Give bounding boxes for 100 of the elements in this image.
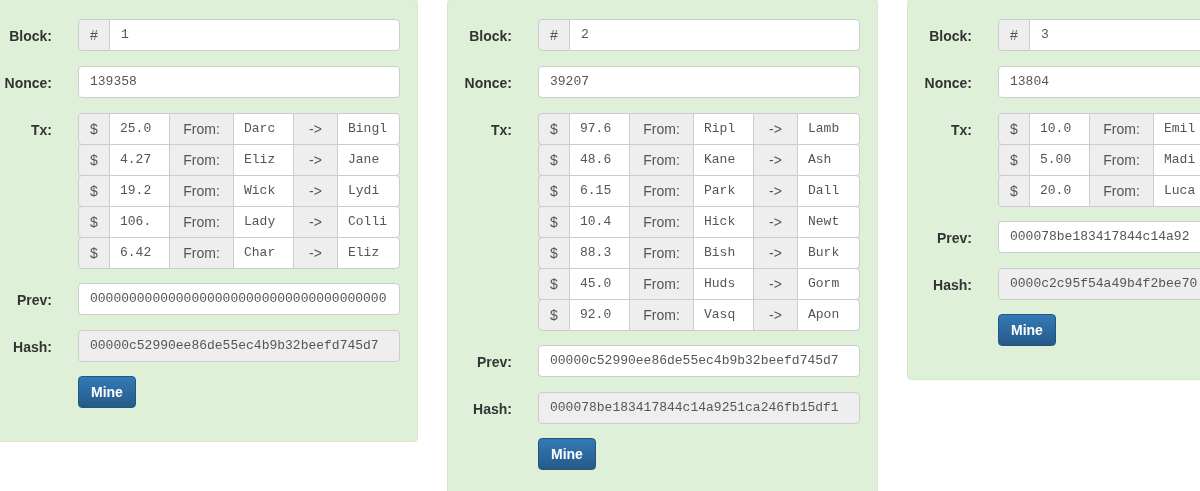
input-field[interactable]: 10.0 <box>1029 113 1090 145</box>
field-label: -> <box>293 206 338 238</box>
input-field[interactable]: Eliz <box>233 144 294 176</box>
input-field[interactable]: Lamb <box>797 113 860 145</box>
field-label: -> <box>293 144 338 176</box>
input-field[interactable]: 00000c52990ee86de55ec4b9b32beefd745d7 <box>538 345 860 377</box>
field-label: $ <box>538 144 570 176</box>
input-field[interactable]: 92.0 <box>569 299 630 331</box>
input-field[interactable]: Colli <box>337 206 400 238</box>
field-label: -> <box>293 113 338 145</box>
field-label: From: <box>629 144 694 176</box>
field-label: -> <box>753 237 798 269</box>
field-label: From: <box>629 113 694 145</box>
mine-button[interactable]: Mine <box>538 438 596 470</box>
input-field[interactable]: 4.27 <box>109 144 170 176</box>
input-field[interactable]: Bish <box>693 237 754 269</box>
field-label: $ <box>78 144 110 176</box>
field-label: # <box>998 19 1030 51</box>
input-field[interactable]: Madi <box>1153 144 1200 176</box>
field-label: From: <box>169 113 234 145</box>
input-field[interactable]: 000078be183417844c14a92 <box>998 221 1200 253</box>
input-field[interactable]: 106. <box>109 206 170 238</box>
input-field[interactable]: Jane <box>337 144 400 176</box>
field-label: $ <box>998 113 1030 145</box>
mine-button[interactable]: Mine <box>78 376 136 408</box>
field-label: $ <box>998 175 1030 207</box>
input-field[interactable]: 6.15 <box>569 175 630 207</box>
input-field[interactable]: 00000000000000000000000000000000000000 <box>78 283 400 315</box>
input-field[interactable]: 3 <box>1029 19 1200 51</box>
input-field[interactable]: Emil <box>1153 113 1200 145</box>
input-field[interactable]: 0000c2c95f54a49b4f2bee70 <box>998 268 1200 300</box>
field-label: Nonce: <box>4 74 52 93</box>
field-label: From: <box>169 206 234 238</box>
field-label: From: <box>629 268 694 300</box>
input-field[interactable]: Eliz <box>337 237 400 269</box>
field-label: From: <box>169 175 234 207</box>
field-label: $ <box>538 268 570 300</box>
input-field[interactable]: 5.00 <box>1029 144 1090 176</box>
input-field[interactable]: Lydi <box>337 175 400 207</box>
field-label: -> <box>753 206 798 238</box>
field-label: From: <box>1089 144 1154 176</box>
field-label: Tx: <box>491 121 512 140</box>
field-label: -> <box>293 237 338 269</box>
field-label: Prev: <box>936 229 972 248</box>
input-field[interactable]: 25.0 <box>109 113 170 145</box>
input-field[interactable]: Huds <box>693 268 754 300</box>
input-field[interactable]: 19.2 <box>109 175 170 207</box>
field-label: From: <box>169 237 234 269</box>
field-label: $ <box>78 175 110 207</box>
field-label: From: <box>169 144 234 176</box>
field-label: -> <box>753 113 798 145</box>
input-field[interactable]: 2 <box>569 19 860 51</box>
input-field[interactable]: Darc <box>233 113 294 145</box>
input-field[interactable]: Gorm <box>797 268 860 300</box>
input-field[interactable]: Wick <box>233 175 294 207</box>
field-label: -> <box>753 268 798 300</box>
mine-button[interactable]: Mine <box>998 314 1056 346</box>
input-field[interactable]: 13804 <box>998 66 1200 98</box>
field-label: Tx: <box>951 121 972 140</box>
input-field[interactable]: 000078be183417844c14a9251ca246fb15df1 <box>538 392 860 424</box>
field-label: $ <box>78 237 110 269</box>
field-label: $ <box>538 175 570 207</box>
field-label: Tx: <box>31 121 52 140</box>
field-label: From: <box>1089 113 1154 145</box>
input-field[interactable]: Vasq <box>693 299 754 331</box>
input-field[interactable]: 20.0 <box>1029 175 1090 207</box>
input-field[interactable]: 10.4 <box>569 206 630 238</box>
field-label: Nonce: <box>464 74 512 93</box>
field-label: Prev: <box>476 353 512 372</box>
field-label: Nonce: <box>924 74 972 93</box>
input-field[interactable]: 00000c52990ee86de55ec4b9b32beefd745d7 <box>78 330 400 362</box>
input-field[interactable]: Hick <box>693 206 754 238</box>
input-field[interactable]: Bingl <box>337 113 400 145</box>
field-label: -> <box>753 299 798 331</box>
input-field[interactable]: 6.42 <box>109 237 170 269</box>
input-field[interactable]: 45.0 <box>569 268 630 300</box>
input-field[interactable]: Kane <box>693 144 754 176</box>
input-field[interactable]: Newt <box>797 206 860 238</box>
field-label: From: <box>1089 175 1154 207</box>
field-label: $ <box>538 113 570 145</box>
field-label: # <box>78 19 110 51</box>
input-field[interactable]: Park <box>693 175 754 207</box>
input-field[interactable]: Dall <box>797 175 860 207</box>
input-field[interactable]: Apon <box>797 299 860 331</box>
input-field[interactable]: Char <box>233 237 294 269</box>
input-field[interactable]: Ash <box>797 144 860 176</box>
input-field[interactable]: 1 <box>109 19 400 51</box>
input-field[interactable]: 48.6 <box>569 144 630 176</box>
field-label: $ <box>538 299 570 331</box>
input-field[interactable]: Lady <box>233 206 294 238</box>
input-field[interactable]: Burk <box>797 237 860 269</box>
input-field[interactable]: Luca <box>1153 175 1200 207</box>
input-field[interactable]: Ripl <box>693 113 754 145</box>
input-field[interactable]: 139358 <box>78 66 400 98</box>
input-field[interactable]: 88.3 <box>569 237 630 269</box>
field-label: Hash: <box>473 400 512 419</box>
input-field[interactable]: 97.6 <box>569 113 630 145</box>
field-label: # <box>538 19 570 51</box>
input-field[interactable]: 39207 <box>538 66 860 98</box>
field-label: Hash: <box>933 276 972 295</box>
